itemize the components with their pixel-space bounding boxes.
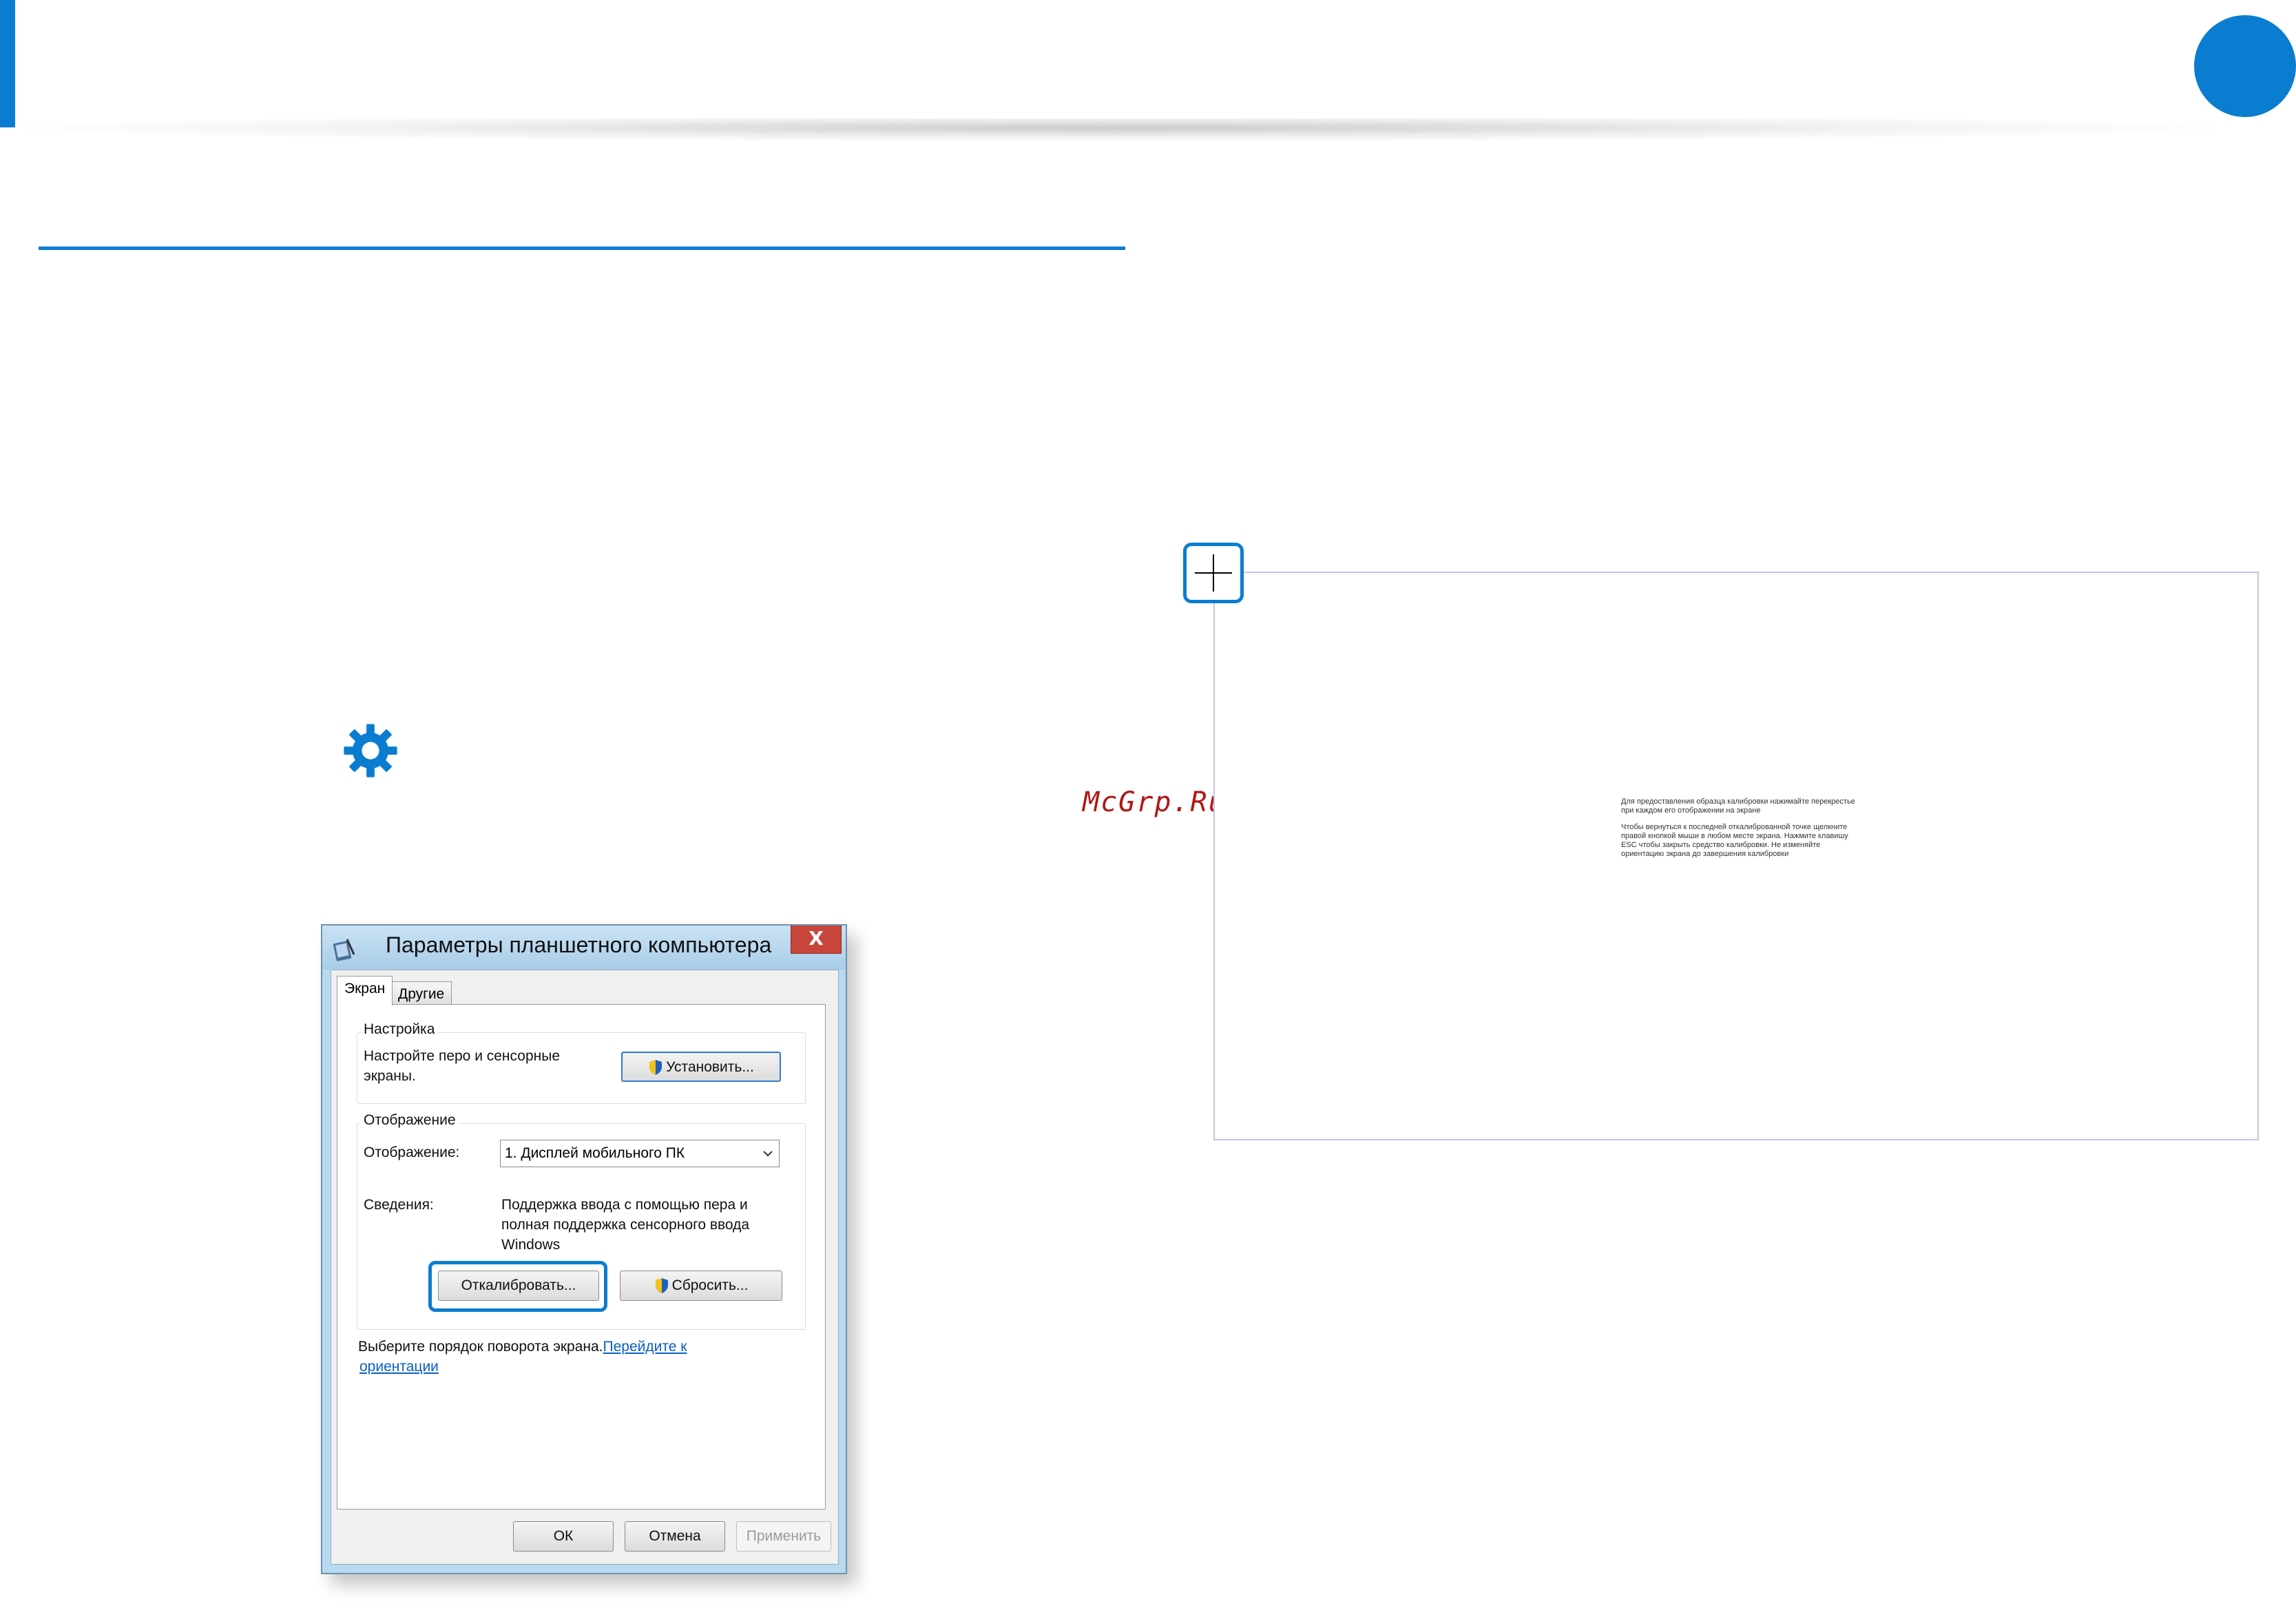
dialog-client-area: Экран Другие Настройка Настройте перо и … bbox=[331, 970, 839, 1565]
gear-icon bbox=[344, 724, 397, 777]
setup-group-legend: Настройка bbox=[361, 1021, 438, 1038]
shield-icon bbox=[649, 1060, 662, 1076]
chevron-down-icon bbox=[763, 1151, 773, 1157]
section-divider bbox=[39, 247, 1125, 250]
setup-description-line2: экраны. bbox=[364, 1068, 416, 1084]
info-line2: полная поддержка сенсорного ввода bbox=[501, 1217, 750, 1233]
watermark: McGrp.Ru bbox=[1083, 786, 1227, 818]
setup-button[interactable]: Установить... bbox=[621, 1052, 781, 1082]
tab-panel-screen: Настройка Настройте перо и сенсорные экр… bbox=[337, 1004, 826, 1510]
calibration-instruction-2: Чтобы вернуться к последней откалиброван… bbox=[1621, 823, 1848, 858]
info-label: Сведения: bbox=[364, 1197, 434, 1213]
orientation-link-line2[interactable]: ориентации bbox=[359, 1357, 439, 1377]
tab-other[interactable]: Другие bbox=[390, 981, 452, 1007]
tablet-pc-settings-dialog: Параметры планшетного компьютера X Экран… bbox=[321, 924, 847, 1574]
rotation-description: Выберите порядок поворота экрана. bbox=[358, 1339, 603, 1355]
cancel-button[interactable]: Отмена bbox=[625, 1521, 725, 1552]
shield-icon bbox=[655, 1278, 668, 1294]
display-select-value: 1. Дисплей мобильного ПК bbox=[505, 1145, 685, 1161]
info-line1: Поддержка ввода с помощью пера и bbox=[501, 1197, 748, 1213]
rotation-text: Выберите порядок поворота экрана.Перейди… bbox=[358, 1337, 687, 1357]
calibrate-button[interactable]: Откалибровать... bbox=[438, 1271, 599, 1301]
orientation-link[interactable]: Перейдите к bbox=[603, 1339, 687, 1355]
header-divider bbox=[15, 118, 2219, 142]
crosshair-highlight[interactable] bbox=[1183, 543, 1244, 603]
close-button[interactable]: X bbox=[791, 926, 842, 954]
apply-button: Применить bbox=[736, 1521, 831, 1552]
calibration-instruction-1: Для предоставления образца калибровки на… bbox=[1621, 797, 1855, 815]
ok-button[interactable]: ОК bbox=[513, 1521, 614, 1552]
display-label: Отображение: bbox=[364, 1145, 460, 1160]
tablet-pc-icon bbox=[333, 939, 355, 961]
info-line3: Windows bbox=[501, 1237, 561, 1253]
calibration-instructions: Для предоставления образца калибровки на… bbox=[1621, 797, 1855, 866]
tab-screen[interactable]: Экран bbox=[337, 976, 393, 1005]
setup-button-label: Установить... bbox=[666, 1059, 754, 1075]
setup-description-line1: Настройте перо и сенсорные bbox=[364, 1048, 560, 1064]
dialog-titlebar: Параметры планшетного компьютера X bbox=[322, 926, 846, 970]
page-corner-badge bbox=[2194, 15, 2296, 117]
reset-button[interactable]: Сбросить... bbox=[620, 1271, 782, 1301]
crosshair-icon-vertical bbox=[1213, 554, 1214, 592]
left-accent-bar bbox=[0, 0, 15, 127]
dialog-title: Параметры планшетного компьютера bbox=[386, 932, 772, 957]
display-group-legend: Отображение bbox=[361, 1112, 459, 1129]
display-select[interactable]: 1. Дисплей мобильного ПК bbox=[500, 1140, 780, 1167]
reset-button-label: Сбросить... bbox=[671, 1277, 749, 1293]
